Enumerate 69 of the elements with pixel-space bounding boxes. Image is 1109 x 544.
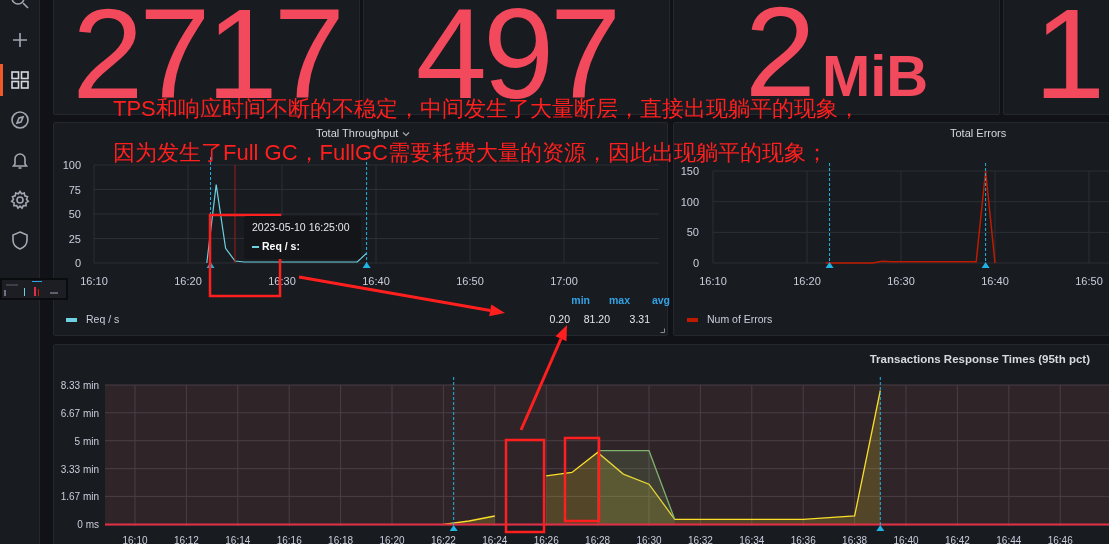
axis-label: 16:20 [379,535,405,544]
axis-label: 16:42 [944,535,970,544]
legend-value: 0.20 [548,312,570,327]
axis-label: 1.67 min [60,491,99,503]
settings-icon[interactable] [8,189,31,211]
axis-label: 16:16 [276,535,302,544]
axis-label: 16:30 [636,535,662,544]
axis-label: 100 [62,159,81,171]
panel-title: Total Throughput [316,126,399,141]
legend-swatch [252,245,259,248]
compass-icon[interactable] [8,109,31,131]
axis-label: 16:20 [174,275,202,287]
axis-label: 25 [68,232,81,245]
axis-label: 16:50 [1075,275,1103,287]
axis-label: 16:34 [739,535,765,544]
axis-label: 16:50 [456,275,484,287]
axis-label: 16:28 [585,535,611,544]
axis-label: 16:44 [996,535,1022,544]
panel-title: Transactions Response Times (95th pct) [869,352,1090,367]
tooltip-time: 2023-05-10 16:25:00 [252,220,351,235]
axis-label: 50 [68,208,81,220]
axis-label: 16:12 [173,535,199,544]
stat-value: 1 [1034,2,1102,106]
tooltip-label: Req / s: [262,238,300,254]
legend-label: Num of Errors [707,312,773,327]
annotation-marker[interactable] [449,376,458,531]
annotation-text: 因为发生了Full GC，FullGC需要耗费大量的资源，因此出现躺平的现象； [113,141,828,164]
axis-label: 100 [680,195,699,208]
legend-header: avg [650,293,670,308]
axis-label: 16:14 [225,535,251,544]
axis-label: 17:00 [550,275,578,287]
dashboard-grid-icon[interactable] [8,69,31,91]
axis-label: 16:22 [430,535,456,544]
axis-label: 0 [74,257,81,269]
axis-label: 16:46 [1047,535,1073,544]
axis-label: 16:18 [328,535,354,544]
axis-label: 8.33 min [60,380,99,391]
axis-label: 16:38 [842,535,868,544]
axis-label: 0 ms [77,519,99,531]
axis-label: 75 [68,183,81,196]
axis-label: 16:32 [687,535,713,544]
axis-label: 5 min [74,435,99,447]
axis-label: 50 [686,226,699,239]
legend-header: max [608,293,630,308]
legend-value: 81.20 [582,312,610,327]
annotation-marker[interactable] [981,162,990,268]
panel-title: Total Errors [950,126,1007,141]
axis-label: 16:24 [482,535,508,544]
axis-label: 6.67 min [60,407,99,419]
axis-label: 3.33 min [60,463,99,475]
axis-label: 0 [692,257,699,269]
annotation-marker[interactable] [876,376,885,531]
axis-label: 16:10 [80,275,108,287]
legend-label: Req / s [86,312,121,327]
annotation-marker[interactable] [825,162,834,268]
axis-label: 16:20 [793,275,821,287]
axis-label: 150 [680,165,699,177]
axis-label: 16:40 [981,275,1009,287]
axis-label: 16:40 [893,535,919,544]
resize-handle-icon[interactable] [660,328,665,333]
legend-header: min [570,293,590,308]
legend-value: 3.31 [628,312,650,327]
axis-label: 16:10 [699,275,727,287]
axis-label: 16:10 [122,535,148,544]
axis-label: 16:40 [362,275,390,287]
axis-label: 16:26 [533,535,559,544]
axis-label: 16:30 [887,275,915,287]
chevron-down-icon[interactable] [402,130,411,137]
axis-label: 16:36 [790,535,816,544]
